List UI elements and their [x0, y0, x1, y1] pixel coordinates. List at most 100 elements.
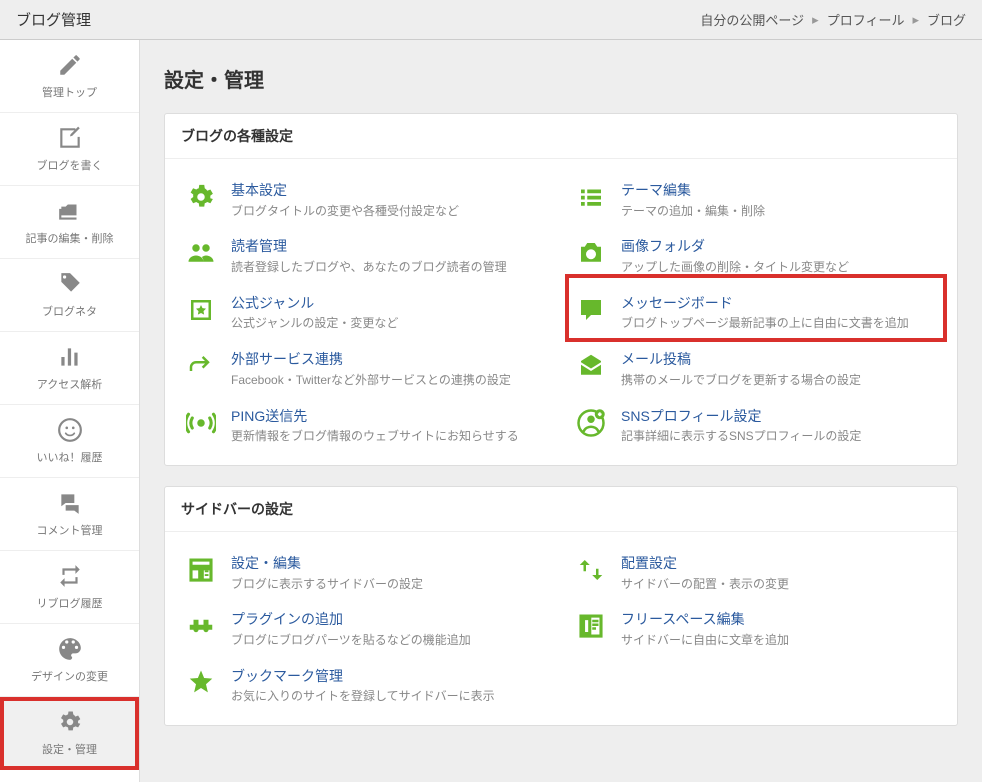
chart-icon [57, 344, 83, 370]
star-icon [185, 667, 217, 699]
header-title: ブログ管理 [16, 9, 91, 30]
sidebar-item-reblog[interactable]: リブログ履歴 [0, 551, 139, 624]
star-box-icon [185, 294, 217, 326]
sidebar-item-label: 記事の編集・削除 [26, 230, 114, 246]
sidebar-item-iine[interactable]: いいね！履歴 [0, 405, 139, 478]
setting-text: SNSプロフィール設定記事詳細に表示するSNSプロフィールの設定 [621, 407, 937, 445]
sidebar-item-settings[interactable]: 設定・管理 [0, 697, 139, 770]
setting-item-ping[interactable]: PING送信先更新情報をブログ情報のウェブサイトにお知らせする [181, 393, 551, 449]
setting-desc: ブログタイトルの変更や各種受付設定など [231, 203, 547, 220]
setting-item-profile[interactable]: SNSプロフィール設定記事詳細に表示するSNSプロフィールの設定 [571, 393, 941, 449]
gear-icon [185, 181, 217, 213]
setting-desc: 記事詳細に表示するSNSプロフィールの設定 [621, 428, 937, 445]
setting-item-plugin[interactable]: プラグインの追加ブログにブログパーツを貼るなどの機能追加 [181, 596, 551, 652]
sidebar-item-comment[interactable]: コメント管理 [0, 478, 139, 551]
sidebar-item-write[interactable]: ブログを書く [0, 113, 139, 186]
setting-item-swap[interactable]: 配置設定サイドバーの配置・表示の変更 [571, 540, 941, 596]
setting-title[interactable]: テーマ編集 [621, 181, 937, 201]
setting-desc: 携帯のメールでブログを更新する場合の設定 [621, 372, 937, 389]
setting-text: プラグインの追加ブログにブログパーツを貼るなどの機能追加 [231, 610, 547, 648]
setting-text: 画像フォルダアップした画像の削除・タイトル変更など [621, 237, 937, 275]
setting-desc: ブログに表示するサイドバーの設定 [231, 576, 547, 593]
setting-title[interactable]: 画像フォルダ [621, 237, 937, 257]
swap-icon [575, 554, 607, 586]
reblog-icon [57, 563, 83, 589]
setting-title[interactable]: 基本設定 [231, 181, 547, 201]
sidebar-item-design[interactable]: デザインの変更 [0, 624, 139, 697]
setting-title[interactable]: ブックマーク管理 [231, 667, 937, 687]
setting-text: 公式ジャンル公式ジャンルの設定・変更など [231, 294, 547, 332]
sidebar-item-neta[interactable]: ブログネタ [0, 259, 139, 332]
setting-title[interactable]: 読者管理 [231, 237, 547, 257]
breadcrumb-caret-icon: ▸ [812, 12, 819, 28]
sidebar-item-label: アクセス解析 [37, 376, 102, 392]
setting-item-message[interactable]: メッセージボードブログトップページ最新記事の上に自由に文書を追加 [571, 280, 941, 336]
setting-title[interactable]: 公式ジャンル [231, 294, 547, 314]
sidebar-item-label: ブログネタ [42, 303, 97, 319]
setting-desc: サイドバーの配置・表示の変更 [621, 576, 937, 593]
breadcrumb-label: 自分の公開ページ [700, 10, 804, 29]
setting-item-star-box[interactable]: 公式ジャンル公式ジャンルの設定・変更など [181, 280, 551, 336]
setting-text: 外部サービス連携Facebook・Twitterなど外部サービスとの連携の設定 [231, 350, 547, 388]
setting-text: フリースペース編集サイドバーに自由に文章を追加 [621, 610, 937, 648]
users-icon [185, 237, 217, 269]
mail-icon [575, 350, 607, 382]
smile-icon [57, 417, 83, 443]
setting-desc: アップした画像の削除・タイトル変更など [621, 259, 937, 276]
breadcrumb-profile[interactable]: プロフィール [827, 10, 905, 29]
panel-sidebar-settings: サイドバーの設定 設定・編集ブログに表示するサイドバーの設定 配置設定サイドバーの… [164, 486, 958, 726]
setting-title[interactable]: SNSプロフィール設定 [621, 407, 937, 427]
setting-desc: 公式ジャンルの設定・変更など [231, 315, 547, 332]
ping-icon [185, 407, 217, 439]
setting-desc: サイドバーに自由に文章を追加 [621, 632, 937, 649]
message-icon [575, 294, 607, 326]
setting-title[interactable]: フリースペース編集 [621, 610, 937, 630]
comments-icon [57, 490, 83, 516]
camera-icon [575, 237, 607, 269]
compose-icon [57, 125, 83, 151]
setting-item-share[interactable]: 外部サービス連携Facebook・Twitterなど外部サービスとの連携の設定 [181, 336, 551, 392]
setting-desc: お気に入りのサイトを登録してサイドバーに表示 [231, 688, 937, 705]
setting-text: メッセージボードブログトップページ最新記事の上に自由に文書を追加 [621, 294, 937, 332]
breadcrumb-blog[interactable]: ブログ [927, 10, 966, 29]
setting-text: 配置設定サイドバーの配置・表示の変更 [621, 554, 937, 592]
setting-item-layout[interactable]: 設定・編集ブログに表示するサイドバーの設定 [181, 540, 551, 596]
setting-item-camera[interactable]: 画像フォルダアップした画像の削除・タイトル変更など [571, 223, 941, 279]
layout-icon [185, 554, 217, 586]
breadcrumb-caret-icon: ▸ [912, 12, 919, 28]
setting-title[interactable]: PING送信先 [231, 407, 547, 427]
setting-title[interactable]: メール投稿 [621, 350, 937, 370]
setting-title[interactable]: メッセージボード [621, 294, 937, 314]
share-icon [185, 350, 217, 382]
sidebar-item-label: コメント管理 [37, 522, 103, 538]
sidebar-item-edit[interactable]: 記事の編集・削除 [0, 186, 139, 259]
folders-icon [57, 198, 83, 224]
setting-text: 設定・編集ブログに表示するサイドバーの設定 [231, 554, 547, 592]
setting-item-star[interactable]: ブックマーク管理お気に入りのサイトを登録してサイドバーに表示 [181, 653, 941, 709]
setting-item-users[interactable]: 読者管理読者登録したブログや、あなたのブログ読者の管理 [181, 223, 551, 279]
sidebar: 管理トップ ブログを書く 記事の編集・削除 ブログネタ アクセス解析 いいね！履… [0, 40, 140, 782]
setting-item-mail[interactable]: メール投稿携帯のメールでブログを更新する場合の設定 [571, 336, 941, 392]
sidebar-item-access[interactable]: アクセス解析 [0, 332, 139, 405]
sidebar-item-label: ブログを書く [37, 157, 103, 173]
setting-item-gear[interactable]: 基本設定ブログタイトルの変更や各種受付設定など [181, 167, 551, 223]
setting-desc: テーマの追加・編集・削除 [621, 203, 937, 220]
pencil-icon [57, 52, 83, 78]
sidebar-item-top[interactable]: 管理トップ [0, 40, 139, 113]
setting-item-freespace[interactable]: フリースペース編集サイドバーに自由に文章を追加 [571, 596, 941, 652]
setting-desc: 更新情報をブログ情報のウェブサイトにお知らせする [231, 428, 547, 445]
setting-title[interactable]: プラグインの追加 [231, 610, 547, 630]
setting-item-list[interactable]: テーマ編集テーマの追加・編集・削除 [571, 167, 941, 223]
setting-title[interactable]: 外部サービス連携 [231, 350, 547, 370]
freespace-icon [575, 610, 607, 642]
setting-desc: ブログトップページ最新記事の上に自由に文書を追加 [621, 315, 937, 332]
setting-title[interactable]: 設定・編集 [231, 554, 547, 574]
setting-title[interactable]: 配置設定 [621, 554, 937, 574]
page-title: 設定・管理 [164, 64, 958, 93]
setting-text: ブックマーク管理お気に入りのサイトを登録してサイドバーに表示 [231, 667, 937, 705]
panel-blog-settings: ブログの各種設定 基本設定ブログタイトルの変更や各種受付設定などテーマ編集テーマ… [164, 113, 958, 466]
sidebar-item-label: いいね！履歴 [37, 449, 103, 465]
panel-header: サイドバーの設定 [165, 487, 957, 532]
breadcrumb: 自分の公開ページ ▸ プロフィール ▸ ブログ [700, 10, 966, 29]
palette-icon [57, 636, 83, 662]
